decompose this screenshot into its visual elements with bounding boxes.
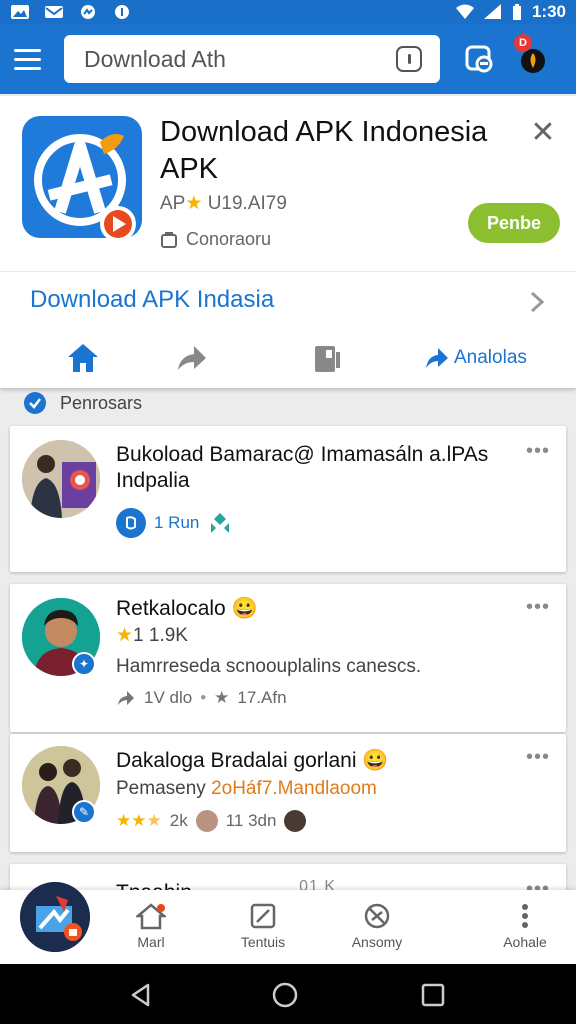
more-options-icon[interactable]: ••• xyxy=(526,440,550,463)
status-bar: 1:30 xyxy=(0,0,576,24)
analytics-arrow-icon xyxy=(426,348,448,368)
post-rating-text: 1 1.9K xyxy=(133,625,188,646)
home-button-icon[interactable] xyxy=(272,982,298,1008)
settings-notification-icon xyxy=(115,5,129,19)
install-button[interactable]: Penbe xyxy=(468,203,560,243)
verified-badge-icon: ✦ xyxy=(72,652,96,676)
signal-icon xyxy=(483,4,501,19)
section-header: Penrosars xyxy=(24,392,142,414)
notifications-icon[interactable]: D xyxy=(514,34,548,74)
nav-item-tentuis[interactable]: Tentuis xyxy=(218,902,308,950)
app-developer: Conoraoru xyxy=(160,229,271,250)
post-description: Hamrreseda scnoouplalins canescs. xyxy=(116,656,422,677)
share-arrow-icon xyxy=(178,346,206,370)
user-avatar-small xyxy=(284,810,307,832)
post-meta: ★★★ 2k 11 3dn xyxy=(116,810,307,832)
star-rating: ★★★ xyxy=(116,811,162,830)
star-outline-icon: ★ xyxy=(214,688,230,707)
app-bar: D xyxy=(0,24,576,94)
notification-badge: D xyxy=(514,34,532,52)
nav-label: Aohale xyxy=(503,934,547,950)
recents-icon[interactable] xyxy=(420,982,446,1008)
tab-analytics-label: Analolas xyxy=(454,347,527,368)
star-icon: ★ xyxy=(185,193,203,214)
post-card[interactable]: ✎ Dakaloga Bradalai gorlani 😀 ••• Pemase… xyxy=(10,734,566,852)
status-time: 1:30 xyxy=(531,2,566,21)
app-meta-prefix: AP xyxy=(160,193,186,214)
search-bar[interactable] xyxy=(64,35,440,83)
mail-notification-icon xyxy=(45,6,63,18)
app-meta-value: U19.AI79 xyxy=(207,193,287,214)
star-icon: ★ xyxy=(116,625,134,646)
close-icon[interactable]: ✕ xyxy=(528,118,558,148)
post-subtitle-accent: 2oHáf7.Mandlaoom xyxy=(211,778,377,799)
post-title: Bukoload Bamarac@ Imamasáln a.lPAs Indpa… xyxy=(116,443,489,492)
search-input[interactable] xyxy=(84,45,396,73)
post-card[interactable]: Bukoload Bamarac@ Imamasáln a.lPAs Indpa… xyxy=(10,426,566,572)
post-meta: 1V dlo • ★ 17.Afn xyxy=(116,688,287,708)
nav-label: Tentuis xyxy=(240,934,286,950)
app-title: Download APK Indonesia APK xyxy=(160,116,488,185)
fab-app-icon[interactable] xyxy=(20,882,90,952)
menu-icon[interactable] xyxy=(14,42,48,76)
developer-icon xyxy=(161,231,177,248)
search-action-icon[interactable] xyxy=(396,46,422,72)
battery-icon xyxy=(512,4,521,20)
blocked-icon xyxy=(364,903,390,929)
home-icon xyxy=(68,344,98,372)
post-rating-text: 2k xyxy=(169,811,188,830)
more-options-icon[interactable]: ••• xyxy=(526,746,550,769)
post-meta-1: 1V dlo xyxy=(144,688,193,707)
edit-square-icon xyxy=(250,903,276,929)
tab-files[interactable] xyxy=(312,340,342,376)
downloads-icon[interactable] xyxy=(464,44,494,74)
gallery-notification-icon xyxy=(11,5,29,19)
home-outline-icon xyxy=(136,903,166,930)
nav-label: Ansomy xyxy=(351,934,403,950)
nav-item-aohale[interactable]: Aohale xyxy=(480,902,570,950)
post-rating: ★1 1.9K xyxy=(116,624,188,647)
post-title: Dakaloga Bradalai gorlani 😀 xyxy=(116,749,389,772)
bottom-navigation: Marl Tentuis Ansomy Aohale xyxy=(0,882,576,964)
post-meta-2: 17.Afn xyxy=(237,688,287,707)
post-stat: 1 Run xyxy=(154,513,200,532)
app-tabs: Analolas xyxy=(0,334,576,382)
share-icon xyxy=(118,691,134,705)
app-meta: AP★ U19.AI79 xyxy=(160,192,287,215)
nav-item-marl[interactable]: Marl xyxy=(106,902,196,950)
post-title: Retkalocalo 😀 xyxy=(116,597,258,620)
app-developer-name: Conoraoru xyxy=(186,229,272,249)
app-logo xyxy=(22,116,142,238)
user-avatar-small xyxy=(195,810,218,832)
separator: • xyxy=(200,688,207,707)
wifi-icon xyxy=(455,4,474,19)
tab-home[interactable] xyxy=(66,340,100,376)
tab-analytics[interactable]: Analolas xyxy=(424,340,527,376)
tab-share[interactable] xyxy=(174,340,208,376)
refresh-icon xyxy=(116,508,146,538)
check-icon xyxy=(24,392,46,414)
verified-badge-icon: ✎ xyxy=(72,800,96,824)
nav-label: Marl xyxy=(137,934,165,950)
message-notification-icon xyxy=(81,5,95,19)
section-title: Penrosars xyxy=(60,392,143,413)
more-options-icon[interactable]: ••• xyxy=(526,596,550,619)
network-icon xyxy=(211,513,230,533)
system-navigation-bar xyxy=(0,964,576,1024)
post-card[interactable]: ✦ Retkalocalo 😀 ••• ★1 1.9K Hamrreseda s… xyxy=(10,584,566,732)
post-subtitle-plain: Pemaseny xyxy=(116,778,206,799)
chevron-right-icon[interactable] xyxy=(526,290,548,314)
app-link[interactable]: Download APK Indasia xyxy=(30,286,274,314)
divider xyxy=(0,271,576,272)
app-header-card: Download APK Indonesia APK ✕ AP★ U19.AI7… xyxy=(0,96,576,388)
post-subtitle: Pemaseny 2oHáf7.Mandlaoom xyxy=(116,778,377,800)
avatar xyxy=(22,440,100,518)
nav-item-ansomy[interactable]: Ansomy xyxy=(332,902,422,950)
post-meta: 1 Run xyxy=(116,508,233,538)
file-icon xyxy=(315,346,340,372)
more-vertical-icon xyxy=(522,904,528,928)
back-icon[interactable] xyxy=(128,982,154,1008)
post-meta-text: 11 3dn xyxy=(225,811,277,830)
